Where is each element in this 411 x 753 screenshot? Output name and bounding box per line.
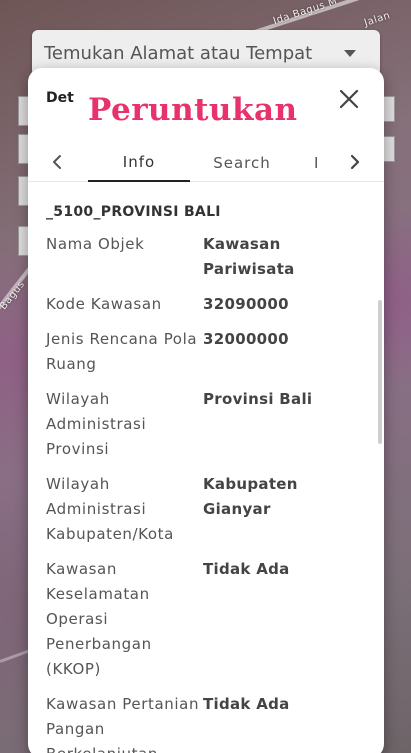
map-control[interactable] <box>383 96 395 122</box>
attribute-value: Tidak Ada <box>203 560 290 578</box>
panel-header: Det Peruntukan <box>28 68 384 144</box>
detail-panel: Det Peruntukan Info Search I _5100_PROVI… <box>28 68 384 753</box>
close-button[interactable] <box>336 86 362 112</box>
info-content[interactable]: _5100_PROVINSI BALI Nama Objek Kawasan P… <box>28 182 384 753</box>
attribute-value: Provinsi Bali <box>203 390 313 408</box>
attribute-row: Nama Objek Kawasan Pariwisata <box>46 232 384 282</box>
panel-heading: Peruntukan <box>88 92 298 128</box>
tab-info[interactable]: Info <box>88 144 190 182</box>
chevron-left-icon <box>53 155 61 169</box>
tab-bar: Info Search I <box>28 144 384 182</box>
attribute-label: Kawasan Pertanian Pangan Berkelanjutan <box>46 695 200 753</box>
close-icon <box>339 89 359 109</box>
tab-prev-button[interactable] <box>46 150 70 174</box>
attribute-row: Wilayah Administrasi Provinsi Provinsi B… <box>46 387 384 462</box>
attribute-label: Wilayah Administrasi Kabupaten/Kota <box>46 475 174 543</box>
attribute-row: Kode Kawasan 32090000 <box>46 292 384 317</box>
layer-title: _5100_PROVINSI BALI <box>46 204 221 220</box>
attribute-row: Jenis Rencana Pola Ruang 32000000 <box>46 327 384 377</box>
attribute-row: Wilayah Administrasi Kabupaten/Kota Kabu… <box>46 472 384 547</box>
attribute-label: Kode Kawasan <box>46 295 162 313</box>
attribute-label: Jenis Rencana Pola Ruang <box>46 330 198 373</box>
attribute-value: Kawasan Pariwisata <box>203 235 295 278</box>
scrollbar[interactable] <box>378 300 382 444</box>
road-label: Jalan <box>362 10 392 29</box>
attribute-label: Nama Objek <box>46 235 145 253</box>
chevron-right-icon <box>350 154 360 170</box>
attribute-value: 32000000 <box>203 330 289 348</box>
attribute-value: Tidak Ada <box>203 695 290 713</box>
attribute-label: Kawasan Keselamatan Operasi Penerbangan … <box>46 560 152 678</box>
attribute-value: Kabupaten Gianyar <box>203 475 298 518</box>
map-control[interactable] <box>383 136 395 162</box>
road-label: Bagus <box>0 278 28 313</box>
attribute-label: Wilayah Administrasi Provinsi <box>46 390 147 458</box>
caret-down-icon <box>344 49 356 57</box>
attribute-row: Kawasan Pertanian Pangan Berkelanjutan T… <box>46 692 384 753</box>
attribute-value: 32090000 <box>203 295 289 313</box>
road-label: Ida Bagus M <box>271 0 339 28</box>
attribute-row: Kawasan Keselamatan Operasi Penerbangan … <box>46 557 384 682</box>
tab-next-button[interactable] <box>342 150 366 174</box>
search-placeholder: Temukan Alamat atau Tempat <box>44 42 313 64</box>
tab-search[interactable]: Search <box>202 144 282 182</box>
panel-header-short: Det <box>46 90 74 106</box>
tab-more[interactable]: I <box>314 144 326 182</box>
